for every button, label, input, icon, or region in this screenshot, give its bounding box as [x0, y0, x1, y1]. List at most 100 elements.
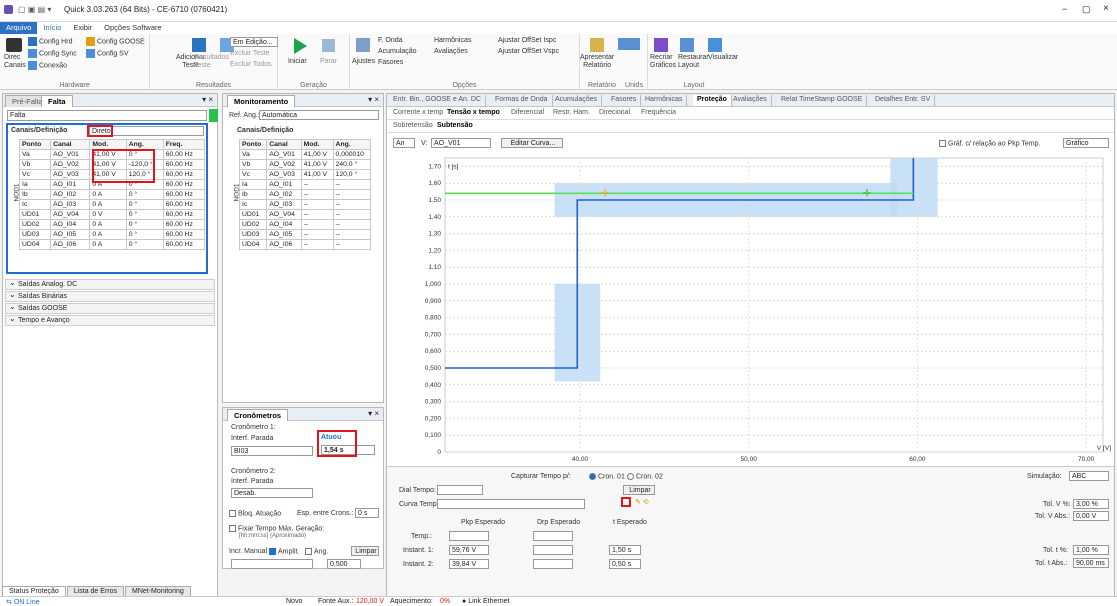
table-cell[interactable]: 60,00 Hz [162, 179, 206, 190]
table-cell[interactable]: 0 A [89, 199, 127, 210]
table-cell[interactable]: 60,00 Hz [162, 169, 206, 180]
table-cell[interactable]: 0 ° [125, 189, 164, 200]
config-sv-button[interactable]: Config SV [86, 49, 129, 58]
table-cell[interactable]: -- [300, 219, 334, 230]
ang-checkbox[interactable]: Ang. [305, 548, 328, 555]
config-goose-button[interactable]: Config GOOSE [86, 37, 145, 46]
table-cell[interactable]: 41,00 V [300, 159, 334, 170]
v-channel-select[interactable]: AO_V01 [431, 138, 491, 148]
an-select[interactable]: An [393, 138, 415, 148]
table-cell[interactable]: 0,000010 [332, 149, 372, 160]
minimize-button[interactable]: − [1062, 4, 1067, 14]
right-tab[interactable]: Harmônicas [641, 95, 688, 106]
subtension-tab[interactable]: Subtensão [433, 121, 477, 132]
table-cell[interactable]: -- [300, 239, 334, 250]
section-saidas-goose[interactable]: Saídas GOOSE [5, 302, 215, 314]
f-onda-button[interactable]: F. Onda [378, 37, 403, 44]
table-cell[interactable]: 60,00 Hz [162, 229, 206, 240]
table-cell[interactable]: 0 ° [125, 209, 164, 220]
curva-select[interactable] [437, 499, 585, 509]
test-name-field[interactable]: Falta [7, 110, 207, 121]
table-cell[interactable]: 0 ° [125, 199, 164, 210]
table-cell[interactable]: 0 V [89, 209, 127, 220]
restaurar-layout-button[interactable]: Restaurar Layout [678, 54, 709, 70]
panel-pin-close-icon[interactable]: ▾ × [202, 95, 213, 104]
excluir-todos-button[interactable]: Excluir Todos [230, 61, 272, 68]
quick-access-icons[interactable]: ▢ ▣ ▤ ▾ [18, 5, 51, 14]
bloq-atuacao-checkbox[interactable]: Bloq. Atuação [229, 510, 281, 517]
tolv-input[interactable]: 3,00 % [1073, 499, 1109, 509]
grafico-rel-checkbox[interactable]: Gráf. c/ relação ao Pkp Temp. [939, 140, 1040, 147]
protection-tab[interactable]: Frequência [637, 108, 680, 119]
right-tab[interactable]: Entr. Bin., GOOSE e An. DC [389, 95, 486, 106]
table-cell[interactable]: 0 A [89, 189, 127, 200]
maximize-button[interactable]: ▢ [1082, 4, 1091, 15]
toltabs-input[interactable]: 90,00 ms [1073, 558, 1109, 568]
recriar-graficos-button[interactable]: Recriar Gráficos [650, 54, 676, 70]
simulacao-select[interactable]: ABC [1069, 471, 1109, 481]
direc-canais-button[interactable]: Direc Canais [4, 54, 26, 70]
table-cell[interactable]: 41,00 V [300, 169, 334, 180]
grafico-select[interactable]: Gráfico [1063, 138, 1109, 148]
tension-time-chart[interactable]: 0 0,100 0,200 0,300 0,400 0,500 0,600 0,700 0,80… [387, 152, 1114, 464]
protection-tab[interactable]: Tensão x tempo [443, 108, 504, 119]
table-cell[interactable]: -- [332, 239, 372, 250]
inst1-drp-input[interactable] [533, 545, 573, 555]
table-cell[interactable]: 41,00 V [300, 149, 334, 160]
menu-inicio[interactable]: Início [37, 22, 67, 34]
test-select[interactable]: Em Edição... [230, 37, 278, 47]
acumulacao-button[interactable]: Acumulação [378, 48, 417, 55]
table-cell[interactable]: -- [332, 209, 372, 220]
right-tab[interactable]: Detalhes Entr. SV [871, 95, 936, 106]
cron01-radio[interactable]: Cron. 01 [589, 473, 625, 480]
inst2-drp-input[interactable] [533, 559, 573, 569]
amplit-checkbox[interactable]: Amplit. [269, 548, 299, 555]
config-hrd-button[interactable]: Config Hrd [28, 37, 72, 46]
esp-input[interactable]: 0 s [355, 508, 379, 518]
flag-icon[interactable] [621, 497, 631, 507]
table-cell[interactable]: -- [332, 229, 372, 240]
editar-curva-button[interactable]: Editar Curva... [501, 138, 563, 148]
avaliacoes-button[interactable]: Avaliações [434, 48, 468, 55]
table-cell[interactable]: 60,00 Hz [162, 209, 206, 220]
inst2-t-input[interactable]: 0,50 s [609, 559, 641, 569]
cron02-radio[interactable]: Cron. 02 [627, 473, 663, 480]
menu-opcoes-software[interactable]: Opções Software [98, 22, 168, 34]
dial-input[interactable] [437, 485, 483, 495]
tab-cronometros[interactable]: Cronômetros [227, 409, 289, 421]
iniciar-button[interactable]: Iniciar [288, 58, 307, 65]
table-cell[interactable]: -- [300, 209, 334, 220]
table-cell[interactable]: -- [332, 179, 372, 190]
right-tab[interactable]: Relat TimeStamp GOOSE [777, 95, 868, 106]
temp-pkp-input[interactable] [449, 531, 489, 541]
ajustes-button[interactable]: Ajustes [352, 58, 375, 65]
ajustar-offset-ispc-button[interactable]: Ajustar OffSet Ispc [498, 37, 556, 44]
pencil-icon[interactable]: ✎ ⟲ [635, 498, 649, 506]
subtension-tab[interactable]: Sobretensão [389, 121, 437, 132]
harmonicas-button[interactable]: Harmônicas [434, 37, 471, 44]
menu-arquivo[interactable]: Arquivo [0, 22, 38, 34]
config-sync-button[interactable]: Config Sync [28, 49, 77, 58]
ref-ang-select[interactable]: Automática [259, 110, 379, 120]
limpar-crono-button[interactable]: Limpar [351, 546, 379, 556]
parar-button[interactable]: Parar [320, 58, 337, 65]
right-tab[interactable]: Formas de Onda [491, 95, 553, 106]
fasores-button[interactable]: Fasores [378, 59, 403, 66]
table-cell[interactable]: 0 ° [125, 219, 164, 230]
section-saidas-binarias[interactable]: Saídas Binárias [5, 290, 215, 302]
table-cell[interactable]: -- [300, 229, 334, 240]
resultados-teste-button[interactable]: Resultados Teste [194, 54, 229, 70]
close-button[interactable]: × [1103, 3, 1109, 14]
crono-close-icon[interactable]: ▾ × [368, 409, 379, 418]
table-cell[interactable]: -- [300, 199, 334, 210]
right-tab[interactable]: Avaliações [729, 95, 772, 106]
table-cell[interactable]: 60,00 Hz [162, 239, 206, 250]
table-cell[interactable]: -- [332, 219, 372, 230]
tab-falta[interactable]: Falta [41, 95, 73, 107]
tab-monitoramento[interactable]: Monitoramento [227, 95, 296, 107]
unids-label[interactable]: Unids [620, 82, 648, 89]
table-cell[interactable]: 60,00 Hz [162, 189, 206, 200]
inst1-t-input[interactable]: 1,50 s [609, 545, 641, 555]
table-cell[interactable]: 240,0 ° [332, 159, 372, 170]
protection-tab[interactable]: Diferencial [507, 108, 548, 119]
